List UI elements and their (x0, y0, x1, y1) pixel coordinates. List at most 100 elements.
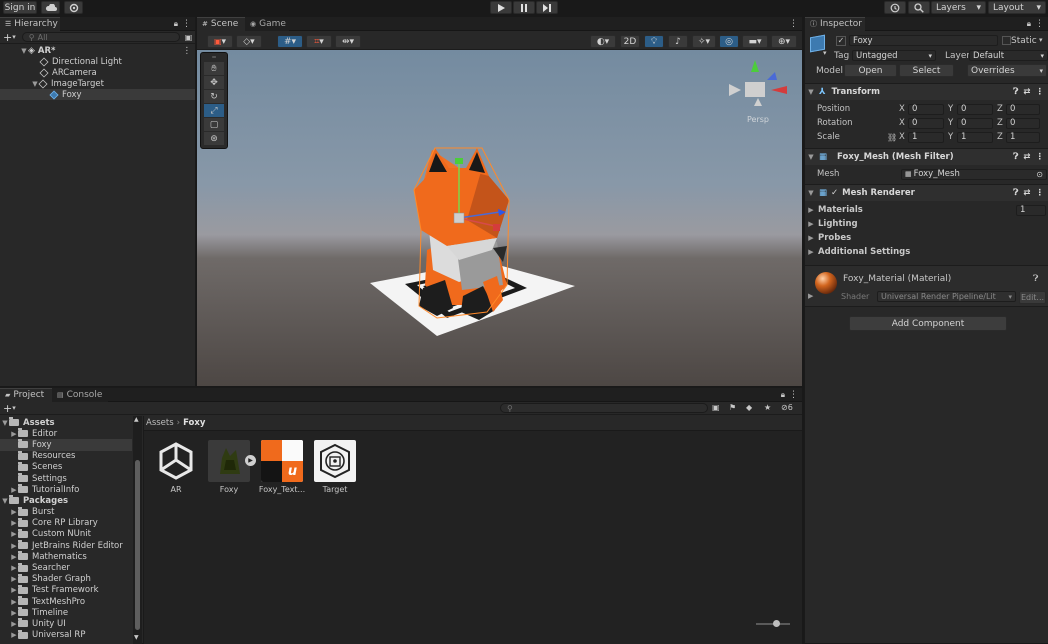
project-tree-item[interactable]: ▶ JetBrains Rider Editor (0, 540, 132, 551)
tag-dropdown[interactable]: Untagged ▾ (852, 50, 936, 61)
expand-triangle-icon[interactable]: ▼ (807, 189, 815, 197)
mesh-renderer-header[interactable]: ▼ ▦ ✓ Mesh Renderer ❓︎ ⇄ ⋮ (805, 184, 1048, 201)
expand-triangle-icon[interactable]: ▼ (1, 497, 9, 505)
shading-dropdown[interactable]: ◐▾ (590, 35, 616, 48)
scroll-down-icon[interactable]: ▼ (134, 634, 139, 641)
position-z-field[interactable]: 0 (1006, 103, 1040, 115)
rotation-z-field[interactable]: 0 (1006, 117, 1040, 129)
scale-tool-icon[interactable]: ⤢ (204, 104, 224, 117)
project-tree-item[interactable]: ▼ Packages (0, 495, 132, 506)
scale-z-field[interactable]: 1 (1006, 131, 1040, 143)
expand-triangle-icon[interactable]: ▶ (10, 486, 18, 494)
object-picker-icon[interactable]: ⊙ (1036, 170, 1043, 179)
lighting-foldout[interactable]: ▶ Lighting (805, 217, 1048, 231)
draw-mode-dropdown[interactable]: ▣ ▾ (207, 35, 233, 48)
scale-y-field[interactable]: 1 (957, 131, 993, 143)
project-tree-item[interactable]: ▶ Unity UI (0, 618, 132, 629)
asset-tile[interactable]: Target (311, 440, 359, 494)
help-icon[interactable]: ❓︎ (1033, 274, 1038, 284)
rect-tool-icon[interactable]: ▢ (204, 118, 224, 131)
rotation-y-field[interactable]: 0 (957, 117, 993, 129)
project-tree-scrollbar[interactable]: ▲ ▼ (133, 416, 142, 644)
sign-in-button[interactable]: Sign in (3, 1, 37, 14)
more-options-icon[interactable]: ⋮ (789, 390, 798, 400)
search-icon[interactable] (908, 1, 930, 14)
layer-dropdown[interactable]: Default ▾ (969, 50, 1048, 61)
scene-viewport[interactable]: ═ ✋︎ ✥ ↻ ⤢ ▢ ⊛ Persp (197, 50, 802, 386)
materials-foldout[interactable]: ▶ Materials 1 (805, 203, 1048, 217)
edit-shader-button[interactable]: Edit... (1019, 291, 1046, 304)
expand-triangle-icon[interactable]: ▶ (10, 508, 18, 516)
expand-triangle-icon[interactable]: ▶ (807, 248, 815, 256)
project-tree-item[interactable]: ▶ TextMeshPro (0, 596, 132, 607)
probes-foldout[interactable]: ▶ Probes (805, 231, 1048, 245)
lock-icon[interactable]: 🔒︎ (781, 390, 785, 400)
chevron-down-icon[interactable]: ▾ (12, 404, 16, 412)
asset-tile[interactable]: u Foxy_Text... (258, 440, 306, 494)
enabled-checkbox[interactable]: ✓ (831, 188, 838, 198)
scroll-up-icon[interactable]: ▲ (134, 416, 139, 423)
expand-triangle-icon[interactable]: ▶ (10, 542, 18, 550)
mesh-object-field[interactable]: ▦ Foxy_Mesh ⊙ (901, 168, 1047, 180)
tab-scene[interactable]: # Scene (197, 16, 245, 31)
search-by-label-icon[interactable]: ⚑ (729, 403, 736, 412)
shader-dropdown[interactable]: Universal Render Pipeline/Lit ▾ (877, 291, 1016, 302)
expand-triangle-icon[interactable]: ▶ (10, 430, 18, 438)
preset-icon[interactable]: ⇄ (1023, 188, 1030, 198)
expand-triangle-icon[interactable]: ▶ (10, 564, 18, 572)
overrides-dropdown[interactable]: Overrides ▾ (967, 64, 1047, 77)
more-options-icon[interactable]: ⋮ (1036, 152, 1045, 162)
more-options-icon[interactable]: ⋮ (182, 19, 191, 29)
chevron-down-icon[interactable]: ▾ (1039, 36, 1043, 44)
more-options-icon[interactable]: ⋮ (1044, 274, 1048, 284)
audio-toggle[interactable]: ♪ (668, 35, 688, 48)
project-tree-item[interactable]: ▶ TutorialInfo (0, 484, 132, 495)
lock-icon[interactable]: 🔒︎ (174, 19, 178, 29)
add-icon[interactable]: + (3, 31, 12, 44)
tab-inspector[interactable]: ⓘ Inspector (805, 16, 865, 31)
camera-settings-dropdown[interactable]: ▬▾ (742, 35, 768, 48)
object-name-input[interactable]: Foxy (849, 35, 998, 46)
expand-prefab-icon[interactable]: ▶ (245, 455, 256, 466)
preset-icon[interactable]: ⇄ (1023, 152, 1030, 162)
help-icon[interactable]: ❓︎ (1013, 152, 1018, 162)
preset-icon[interactable]: ⇄ (1023, 87, 1030, 97)
static-checkbox[interactable] (1002, 36, 1011, 45)
camera-mode-dropdown[interactable]: ◇▾ (236, 35, 262, 48)
favorite-star-icon[interactable]: ★ (764, 403, 771, 412)
hierarchy-row-selected[interactable]: Foxy (0, 89, 195, 100)
tab-hierarchy[interactable]: ☰ Hierarchy (0, 16, 60, 31)
project-tree-item[interactable]: ▶Foxy (0, 439, 132, 451)
layout-dropdown[interactable]: Layout ▾ (988, 1, 1046, 14)
expand-triangle-icon[interactable]: ▶ (10, 609, 18, 617)
search-by-type-icon[interactable]: ▣ (712, 403, 720, 412)
active-checkbox[interactable]: ✓ (836, 36, 846, 46)
expand-triangle-icon[interactable]: ▶ (10, 586, 18, 594)
pause-button[interactable] (513, 1, 535, 14)
more-options-icon[interactable]: ⋮ (1036, 188, 1045, 198)
transform-header[interactable]: ▼ ⅄ Transform ❓︎ ⇄ ⋮ (805, 83, 1048, 100)
zoom-slider[interactable] (756, 620, 790, 628)
position-x-field[interactable]: 0 (908, 103, 944, 115)
effects-dropdown[interactable]: ✧▾ (692, 35, 716, 48)
expand-triangle-icon[interactable]: ▶ (10, 553, 18, 561)
expand-triangle-icon[interactable]: ▼ (807, 88, 815, 96)
more-options-icon[interactable]: ⋮ (789, 19, 798, 29)
hierarchy-row[interactable]: Directional Light (0, 56, 195, 67)
gizmos-dropdown[interactable]: ⊕▾ (771, 35, 797, 48)
add-icon[interactable]: + (3, 402, 12, 415)
hierarchy-row[interactable]: ARCamera (0, 67, 195, 78)
chevron-down-icon[interactable]: ▾ (823, 49, 827, 57)
asset-tile[interactable]: AR (152, 440, 200, 494)
expand-triangle-icon[interactable]: ▶ (807, 220, 815, 228)
project-search-input[interactable]: ⚲ (500, 403, 708, 413)
mesh-filter-header[interactable]: ▼ ▦ Foxy_Mesh (Mesh Filter) ❓︎ ⇄ ⋮ (805, 148, 1048, 165)
pivot-dropdown[interactable]: ⌗ ▾ (306, 35, 332, 48)
scene-visibility-icon[interactable]: ▣ (185, 33, 193, 42)
help-icon[interactable]: ❓︎ (1013, 188, 1018, 198)
project-tree-item[interactable]: ▶ Custom NUnit (0, 528, 132, 540)
expand-triangle-icon[interactable]: ▶ (807, 206, 815, 214)
scroll-thumb[interactable] (135, 460, 140, 630)
project-tree-item[interactable]: ▶ Burst (0, 506, 132, 518)
expand-triangle-icon[interactable]: ▶ (10, 598, 18, 606)
